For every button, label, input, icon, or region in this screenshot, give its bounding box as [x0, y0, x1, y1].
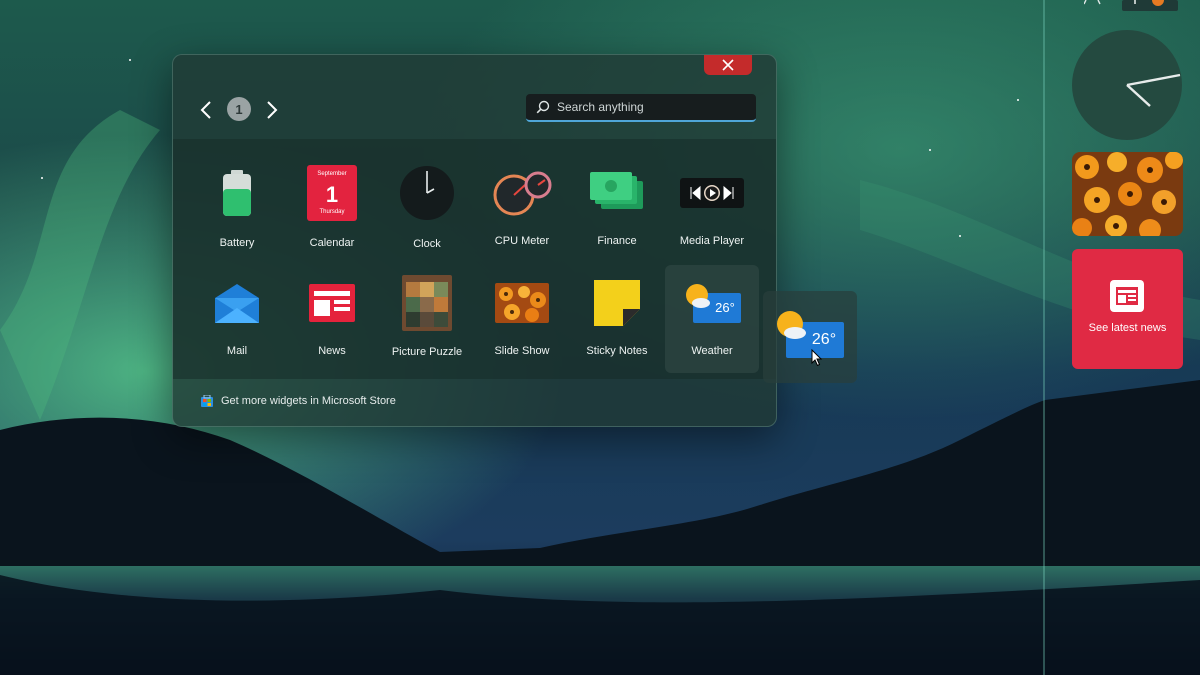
search-input[interactable]: Search anything — [526, 94, 756, 122]
picture-puzzle-icon — [402, 275, 452, 331]
search-icon — [536, 100, 550, 114]
widget-tile-clock[interactable]: Clock — [380, 155, 474, 263]
calendar-icon: September 1 Thursday — [307, 165, 357, 221]
search-placeholder: Search anything — [557, 100, 644, 114]
slide-show-widget[interactable] — [1072, 152, 1183, 236]
widget-tile-slide-show[interactable]: Slide Show — [475, 265, 569, 373]
widget-label: Sticky Notes — [586, 345, 648, 357]
widget-tile-picture-puzzle[interactable]: Picture Puzzle — [380, 265, 474, 373]
widget-tile-finance[interactable]: Finance — [570, 155, 664, 263]
widget-label: Slide Show — [494, 345, 550, 357]
next-page-button[interactable] — [261, 97, 283, 123]
clock-widget[interactable] — [1072, 30, 1182, 140]
previous-page-button[interactable] — [195, 97, 217, 123]
news-icon — [1110, 280, 1144, 312]
widget-rail-divider — [1043, 0, 1045, 675]
weather-icon: 26° — [686, 284, 741, 323]
top-right-partial-icons — [1084, 0, 1178, 11]
widget-label: Mail — [226, 345, 248, 357]
widget-label: Battery — [219, 237, 255, 249]
widget-tile-news[interactable]: News — [285, 265, 379, 373]
slide-show-icon — [495, 283, 549, 323]
dragging-weather-temperature: 26° — [812, 331, 836, 348]
calendar-weekday: Thursday — [319, 209, 344, 215]
chevron-left-icon — [200, 101, 211, 119]
cpu-meter-icon — [493, 171, 552, 216]
widget-label: Weather — [691, 345, 733, 357]
widget-grid: Battery September 1 Thursday Calendar Cl… — [173, 139, 776, 379]
widget-label: Calendar — [309, 237, 355, 249]
cursor-arrow-icon — [811, 349, 823, 367]
widget-label: Finance — [597, 235, 637, 247]
news-icon — [309, 284, 355, 322]
widget-gallery-window: 1 Search anything Battery September 1 Th… — [172, 54, 777, 427]
sticky-notes-icon — [594, 280, 640, 326]
news-widget-label: See latest news — [1088, 322, 1167, 334]
widget-label: News — [318, 345, 346, 357]
close-button[interactable] — [704, 55, 752, 75]
store-link-label: Get more widgets in Microsoft Store — [221, 395, 396, 407]
page-number-badge: 1 — [227, 97, 251, 121]
weather-icon: 26° — [777, 311, 844, 358]
widget-tile-calendar[interactable]: September 1 Thursday Calendar — [285, 155, 379, 263]
chevron-right-icon — [267, 101, 278, 119]
widget-label: Media Player — [679, 235, 745, 247]
close-icon — [722, 59, 734, 71]
finance-icon — [590, 172, 643, 209]
flowers-photo — [1072, 152, 1183, 236]
media-player-icon — [680, 178, 744, 208]
widget-tile-mail[interactable]: Mail — [190, 265, 284, 373]
clock-hands-icon — [1126, 73, 1181, 107]
weather-temperature: 26° — [715, 300, 735, 315]
calendar-day: 1 — [326, 182, 338, 207]
battery-icon — [223, 170, 251, 216]
widget-tile-weather[interactable]: 26° Weather — [665, 265, 759, 373]
news-widget[interactable]: See latest news — [1072, 249, 1183, 369]
widget-tile-media-player[interactable]: Media Player — [665, 155, 759, 263]
calendar-month: September — [317, 171, 346, 177]
store-link[interactable]: Get more widgets in Microsoft Store — [201, 395, 396, 407]
dragging-weather-widget[interactable]: 26° — [763, 291, 857, 383]
widget-tile-sticky-notes[interactable]: Sticky Notes — [570, 265, 664, 373]
clock-icon — [400, 166, 454, 220]
widget-label: CPU Meter — [494, 235, 550, 247]
widget-label: Picture Puzzle — [391, 346, 463, 358]
widget-tile-battery[interactable]: Battery — [190, 155, 284, 263]
widget-tile-cpu-meter[interactable]: CPU Meter — [475, 155, 569, 263]
store-icon — [201, 395, 213, 407]
mail-icon — [215, 284, 259, 323]
widget-label: Clock — [413, 238, 441, 250]
